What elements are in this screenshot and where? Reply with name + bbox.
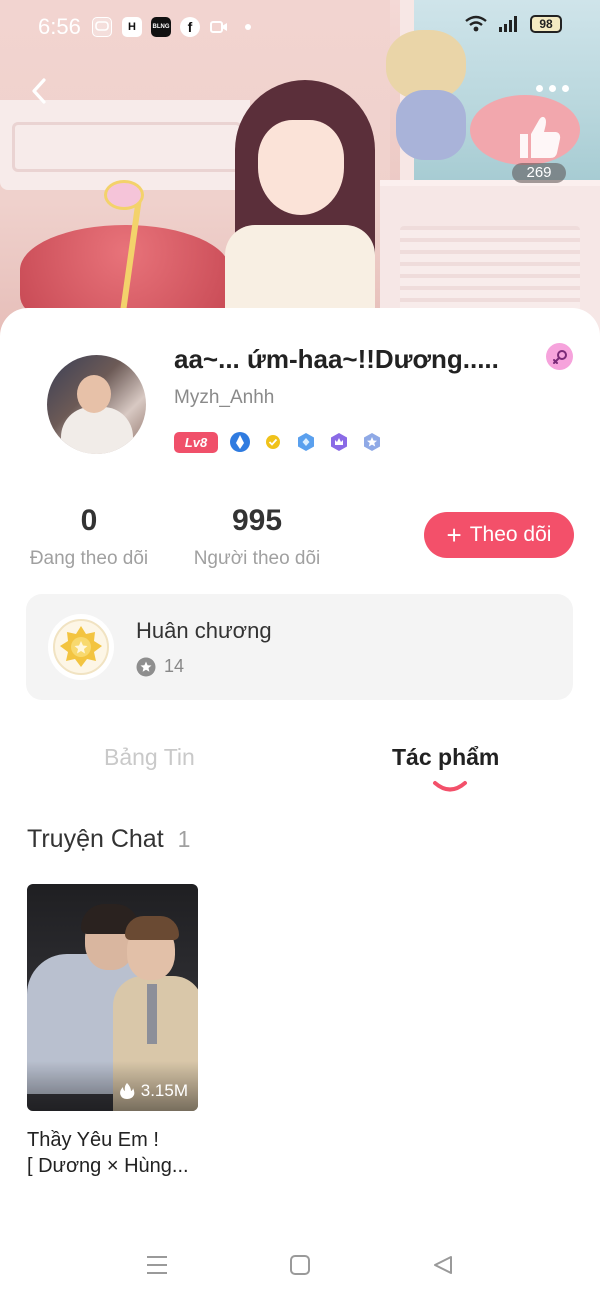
active-tab-indicator [433, 781, 467, 792]
menu-icon [147, 1256, 167, 1274]
back-button[interactable] [22, 74, 56, 108]
notification-dot-icon [238, 17, 258, 37]
badge-row: Lv8 [174, 431, 383, 453]
section-header: Truyện Chat 1 [27, 825, 190, 854]
story-views-count: 3.15M [140, 1081, 188, 1100]
video-icon [209, 17, 229, 37]
creator-badge-icon[interactable] [229, 431, 251, 453]
status-bar: 6:56 H BLNG f 98 [0, 0, 600, 52]
following-count: 0 [80, 504, 98, 537]
section-count: 1 [177, 826, 191, 852]
chat-app-icon [92, 17, 112, 37]
story-title-line1: Thầy Yêu Em ! [27, 1129, 159, 1151]
follow-button[interactable]: + Theo dõi [424, 512, 574, 558]
followers-count: 995 [231, 504, 283, 537]
more-dot-icon [536, 85, 543, 92]
status-time: 6:56 [38, 14, 81, 39]
more-dot-icon [549, 85, 556, 92]
level-badge[interactable]: Lv8 [174, 431, 218, 453]
story-views: 3.15M [119, 1081, 188, 1101]
square-icon [290, 1255, 310, 1275]
story-title: Thầy Yêu Em ! [ Dương × Hùng... [27, 1127, 198, 1179]
medals-card[interactable]: Huân chương 14 [26, 594, 573, 700]
home-button[interactable] [285, 1250, 315, 1280]
blue-gem-badge-icon[interactable] [295, 431, 317, 453]
purple-crown-badge-icon[interactable] [328, 431, 350, 453]
tab-works[interactable]: Tác phẩm [392, 744, 499, 771]
app-h-icon: H [122, 17, 142, 37]
follow-button-label: Theo dõi [469, 523, 552, 546]
facebook-icon: f [180, 17, 200, 37]
verified-badge-icon[interactable] [262, 431, 284, 453]
wifi-icon [465, 15, 487, 32]
medals-count: 14 [164, 656, 185, 676]
medal-icon [48, 614, 114, 680]
app-blng-icon: BLNG [151, 17, 171, 37]
system-nav-bar [0, 1230, 600, 1299]
thumbs-up-icon [520, 116, 561, 158]
plus-icon: + [446, 520, 462, 550]
story-title-line2: [ Dương × Hùng... [27, 1155, 189, 1177]
signal-icon [499, 16, 517, 32]
profile-sheet: aa~... ứm-haa~!!Dương..... Myzh_Anhh Lv8 [0, 308, 600, 1299]
like-count: 269 [512, 163, 566, 183]
section-title: Truyện Chat [27, 825, 164, 853]
followers-label: Người theo dõi [193, 548, 321, 569]
medals-count-row: 14 [136, 656, 184, 677]
story-cover-image: 3.15M [27, 884, 198, 1111]
star-badge-icon[interactable] [361, 431, 383, 453]
more-dot-icon [562, 85, 569, 92]
star-circle-icon [136, 657, 156, 676]
tab-feed[interactable]: Bảng Tin [104, 744, 195, 771]
triangle-back-icon [434, 1256, 452, 1274]
profile-page: 6:56 H BLNG f 98 269 aa~... ứm-haa~!!Dươ… [0, 0, 600, 1299]
medals-title: Huân chương [136, 618, 272, 643]
fire-icon [119, 1083, 135, 1099]
following-label: Đang theo dõi [29, 548, 149, 569]
display-name: aa~... ứm-haa~!!Dương..... [174, 344, 499, 374]
username: Myzh_Anhh [174, 387, 275, 408]
female-gender-icon [546, 343, 573, 370]
followers-stat[interactable]: 995 Người theo dõi [190, 504, 324, 570]
story-card[interactable]: 3.15M Thầy Yêu Em ! [ Dương × Hùng... [27, 884, 198, 1179]
recent-apps-button[interactable] [142, 1250, 172, 1280]
chevron-left-icon [32, 78, 46, 104]
following-stat[interactable]: 0 Đang theo dõi [26, 504, 152, 570]
more-options-button[interactable] [536, 85, 569, 92]
like-button[interactable]: 269 [512, 112, 568, 184]
status-indicators: 98 [464, 15, 562, 33]
avatar[interactable] [47, 355, 146, 454]
battery-indicator: 98 [530, 15, 562, 33]
back-nav-button[interactable] [428, 1250, 458, 1280]
